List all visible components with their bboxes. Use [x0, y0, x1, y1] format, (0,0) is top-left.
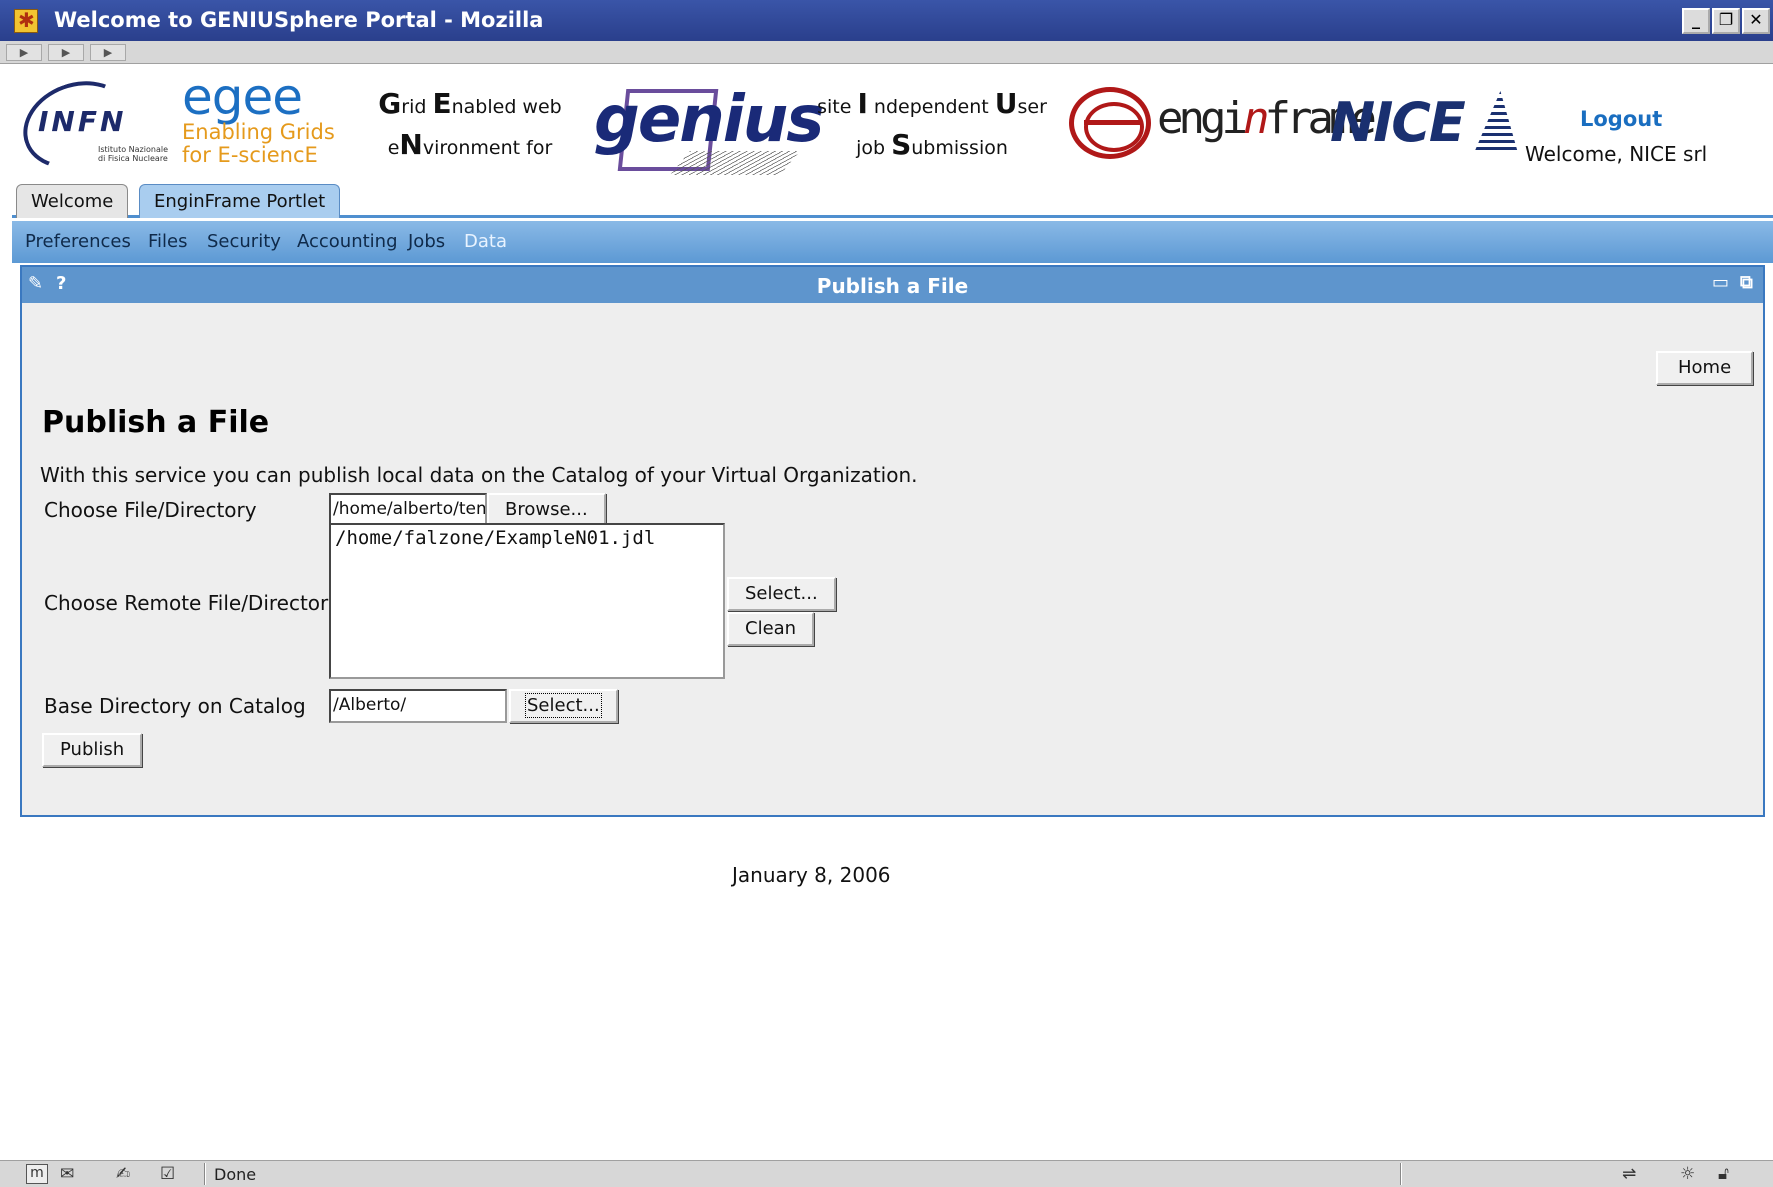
genius-logo: genius: [590, 79, 824, 179]
window-title: Welcome to GENIUSphere Portal - Mozilla: [54, 8, 544, 32]
portal-header: INFN Istituto Nazionale di Fisica Nuclear…: [10, 65, 1773, 184]
toolbar-grippy-1[interactable]: ▶: [6, 44, 42, 61]
menu-item-accounting[interactable]: Accounting: [297, 231, 398, 252]
remote-files-textarea[interactable]: /home/falzone/ExampleN01.jdl: [329, 523, 725, 679]
logout-link[interactable]: Logout: [1580, 107, 1662, 131]
close-icon[interactable]: ✕: [1742, 8, 1770, 34]
security-icon[interactable]: ☼: [1680, 1164, 1695, 1184]
intro-text: With this service you can publish local …: [40, 463, 918, 487]
menu-item-preferences[interactable]: Preferences: [25, 231, 131, 252]
mozilla-app-icon[interactable]: [14, 8, 38, 33]
welcome-user-text: Welcome, NICE srl: [1525, 142, 1708, 166]
browse-button[interactable]: Browse...: [487, 493, 606, 527]
minimize-icon[interactable]: _: [1682, 8, 1710, 34]
restore-icon[interactable]: ❐: [1712, 8, 1740, 34]
menu-item-jobs[interactable]: Jobs: [408, 231, 445, 252]
base-directory-label: Base Directory on Catalog: [44, 694, 306, 718]
maximize-icon[interactable]: ⧉: [1740, 272, 1753, 293]
portlet-title: Publish a File: [816, 274, 969, 298]
portlet-header: ✎ ? Publish a File ▭ ⧉: [22, 267, 1763, 303]
mail-icon[interactable]: ✉: [60, 1164, 74, 1184]
lock-icon[interactable]: 🔓︎: [1718, 1164, 1729, 1184]
local-file-input[interactable]: /home/alberto/tem: [329, 493, 487, 527]
toolbar-grippy-3[interactable]: ▶: [90, 44, 126, 61]
portlet-submenu: Preferences Files Security Accounting Jo…: [12, 221, 1773, 263]
genius-tagline-left: Grid Enabled web eNvironment for: [378, 87, 562, 161]
window-title-bar[interactable]: Welcome to GENIUSphere Portal - Mozilla …: [0, 0, 1773, 41]
choose-file-label: Choose File/Directory: [44, 498, 257, 522]
nice-logo: NICE: [1322, 87, 1518, 157]
remote-clean-button[interactable]: Clean: [727, 612, 815, 646]
tab-enginframe-portlet[interactable]: EnginFrame Portlet: [139, 184, 341, 218]
toolbar-grippy-2[interactable]: ▶: [48, 44, 84, 61]
menu-item-files[interactable]: Files: [148, 231, 188, 252]
footer-date: January 8, 2006: [732, 863, 891, 887]
menu-item-data[interactable]: Data: [464, 231, 507, 252]
egee-logo: egee Enabling Grids for E-sciencE: [182, 68, 335, 167]
portal-tabs: Welcome EnginFrame Portlet: [12, 178, 1773, 218]
online-icon[interactable]: ⇌: [1622, 1164, 1636, 1184]
minimize-icon[interactable]: ▭: [1712, 272, 1729, 293]
base-select-button[interactable]: Select...: [509, 689, 618, 723]
addressbook-icon[interactable]: ☑: [160, 1164, 175, 1184]
web-content: INFN Istituto Nazionale di Fisica Nuclear…: [10, 65, 1773, 1160]
home-button[interactable]: Home: [1656, 351, 1754, 385]
infn-logo: INFN Istituto Nazionale di Fisica Nuclear…: [10, 66, 180, 184]
status-bar: m ✉ ✍ ☑ Done ⇌ ☼ 🔓︎: [0, 1160, 1773, 1187]
navigator-icon[interactable]: m: [26, 1164, 48, 1184]
enginframe-logo: enginframe: [1059, 77, 1377, 167]
tab-welcome[interactable]: Welcome: [16, 184, 129, 218]
base-directory-input[interactable]: /Alberto/: [329, 689, 507, 723]
collapsed-toolbars: ▶ ▶ ▶: [0, 41, 1773, 64]
choose-remote-label: Choose Remote File/Directory: [44, 591, 341, 615]
genius-tagline-right: site I ndependent User job Submission: [817, 87, 1047, 161]
publish-button[interactable]: Publish: [42, 733, 143, 767]
publish-file-portlet: ✎ ? Publish a File ▭ ⧉ Home Publish a Fi…: [20, 265, 1765, 817]
menu-item-security[interactable]: Security: [207, 231, 281, 252]
composer-icon[interactable]: ✍: [116, 1164, 130, 1184]
status-text: Done: [214, 1165, 257, 1184]
browser-window: { "window": { "title": "Welcome to GENIU…: [0, 0, 1773, 1187]
page-title: Publish a File: [42, 405, 270, 440]
remote-select-button[interactable]: Select...: [727, 577, 836, 611]
